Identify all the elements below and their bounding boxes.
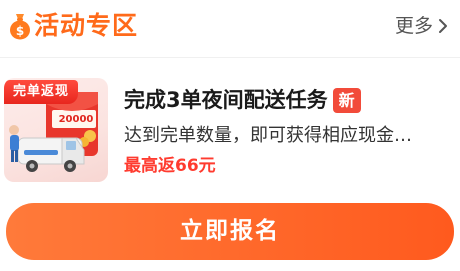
activity-description: 达到完单数量，即可获得相应现金… <box>124 125 412 146</box>
thumbnail-amount: 20000 <box>58 114 94 125</box>
chevron-right-icon <box>439 19 447 33</box>
new-badge: 新 <box>332 87 361 113</box>
section-title: 活动专区 <box>34 11 139 40</box>
money-bag-icon: $ <box>10 14 30 40</box>
signup-button[interactable]: 立即报名 <box>6 203 454 260</box>
header-divider <box>0 57 460 58</box>
activity-reward: 最高返66元 <box>124 156 216 176</box>
activity-thumbnail: 完单返现 20000 <box>4 78 108 182</box>
activity-title: 完成3单夜间配送任务 新 <box>124 86 361 114</box>
more-label: 更多 <box>394 15 433 37</box>
thumbnail-badge: 完单返现 <box>4 80 78 104</box>
section-header: $ 活动专区 更多 <box>0 0 460 52</box>
svg-text:$: $ <box>16 24 24 38</box>
activity-card[interactable]: 完单返现 20000 完成3单夜间配送任务 新 达到完单数量，即可获得相应现金…… <box>0 62 460 190</box>
more-link[interactable]: 更多 <box>395 11 450 41</box>
activity-title-text: 完成3单夜间配送任务 <box>124 88 328 112</box>
